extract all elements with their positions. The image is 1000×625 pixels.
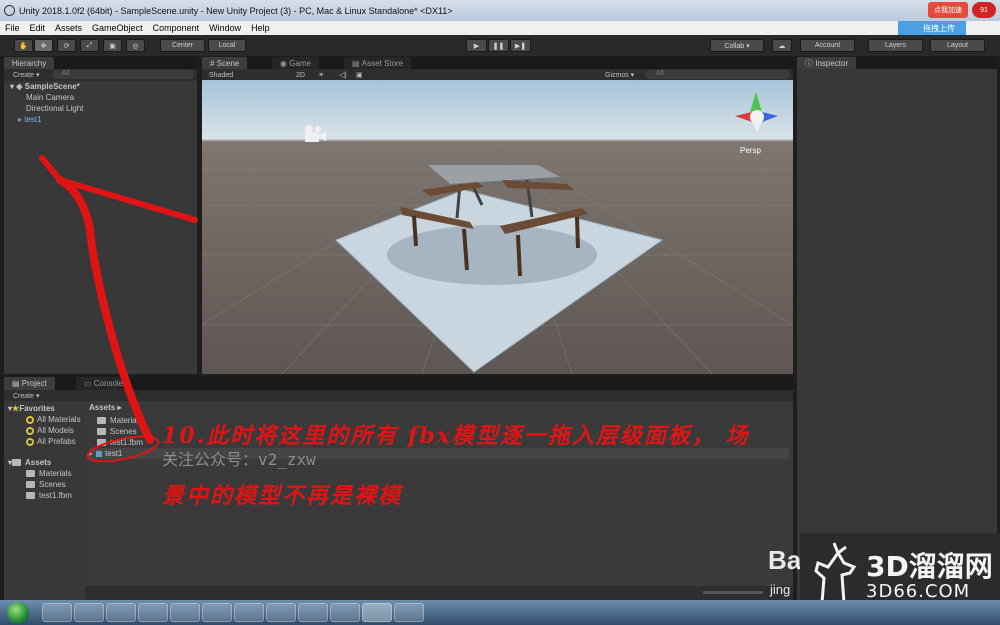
- red-circle-highlight: [86, 435, 160, 463]
- taskbar-app-icon[interactable]: [266, 603, 296, 622]
- annotation-line-2: 景中的模型不再是裸模: [162, 483, 403, 509]
- brand-name: 3D溜溜网: [866, 550, 993, 583]
- brand-3d66-watermark: 3D溜溜网 3D66.COM: [800, 533, 1000, 608]
- ie-icon[interactable]: [74, 603, 104, 622]
- annotation-overlay: [39, 155, 198, 463]
- baidu-watermark: Ba: [768, 545, 802, 575]
- photoshop-icon[interactable]: [330, 603, 360, 622]
- wechat-watermark: 关注公众号：v2_zxw: [162, 450, 316, 469]
- unity-taskbar-icon[interactable]: [362, 603, 392, 622]
- red-arrow-head: [39, 155, 198, 223]
- brand-url: 3D66.COM: [866, 581, 971, 602]
- explorer-icon[interactable]: [106, 603, 136, 622]
- red-arrow-shaft: [56, 176, 154, 444]
- start-button-icon[interactable]: [7, 602, 29, 624]
- windows-taskbar: [0, 600, 1000, 625]
- taskbar-app-icon[interactable]: [394, 603, 424, 622]
- chrome-icon[interactable]: [170, 603, 200, 622]
- taskbar-app-icon[interactable]: [42, 603, 72, 622]
- baidu-sub-watermark: jing: [770, 582, 791, 597]
- taskbar-app-icon[interactable]: [202, 603, 232, 622]
- taskbar-app-icon[interactable]: [234, 603, 264, 622]
- deer-logo-icon: [814, 542, 857, 604]
- taskbar-app-icon[interactable]: [298, 603, 328, 622]
- media-icon[interactable]: [138, 603, 168, 622]
